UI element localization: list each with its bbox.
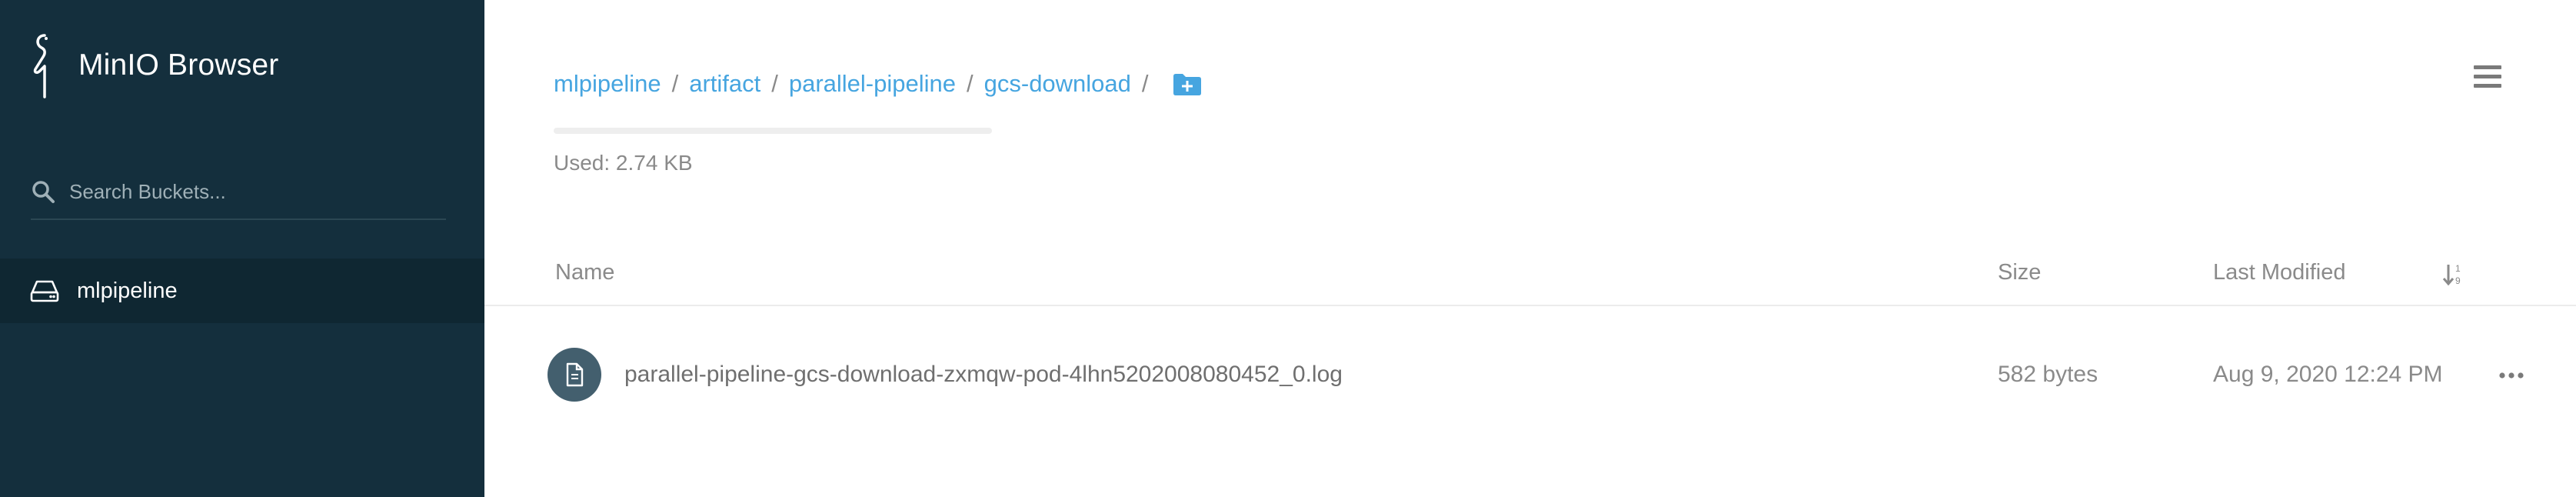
breadcrumb-separator: / [771,70,778,97]
breadcrumb-item-gcs-download[interactable]: gcs-download [984,70,1131,98]
file-last-modified: Aug 9, 2020 12:24 PM [2213,362,2443,387]
breadcrumb-separator: / [671,70,679,97]
file-name[interactable]: parallel-pipeline-gcs-download-zxmqw-pod… [624,362,1343,388]
drive-icon [30,280,59,302]
brand: MinIO Browser [28,31,278,100]
sidebar-item-label: mlpipeline [77,278,178,303]
file-icon[interactable] [547,348,601,402]
column-header-last-modified[interactable]: Last Modified [2213,260,2346,285]
breadcrumb-item-mlpipeline[interactable]: mlpipeline [554,70,661,98]
app-title: MinIO Browser [78,48,279,82]
search-buckets-input[interactable] [68,178,432,205]
minio-logo-icon [33,34,48,98]
column-header-size[interactable]: Size [1998,260,2041,285]
app: MinIO Browser mlpipeline mlpipeline / ar… [0,0,2576,497]
table-header: Name Size Last Modified 1 9 [484,246,2576,306]
svg-text:9: 9 [2455,275,2461,286]
hamburger-menu-icon[interactable] [2472,63,2503,91]
breadcrumb: mlpipeline / artifact / parallel-pipelin… [554,65,1203,103]
storage-usage: Used: 2.74 KB [554,128,992,175]
table-row[interactable]: parallel-pipeline-gcs-download-zxmqw-pod… [484,339,2576,412]
usage-text: Used: 2.74 KB [554,151,693,175]
column-header-name[interactable]: Name [555,260,614,285]
search-bar [31,165,446,220]
document-icon [566,362,584,387]
more-actions-icon[interactable] [2496,362,2527,389]
sidebar: MinIO Browser mlpipeline [0,0,484,497]
breadcrumb-item-artifact[interactable]: artifact [689,70,760,98]
breadcrumb-item-parallel-pipeline[interactable]: parallel-pipeline [789,70,956,98]
search-icon [32,181,55,203]
file-size: 582 bytes [1998,362,2098,387]
svg-text:1: 1 [2455,263,2461,274]
breadcrumb-separator: / [1141,70,1149,97]
add-folder-icon[interactable] [1172,72,1203,96]
breadcrumb-separator: / [967,70,973,97]
usage-progress-bar [554,128,992,134]
sort-icon[interactable]: 1 9 [2442,262,2465,288]
main-content: mlpipeline / artifact / parallel-pipelin… [484,0,2576,497]
sidebar-item-mlpipeline[interactable]: mlpipeline [0,259,484,323]
